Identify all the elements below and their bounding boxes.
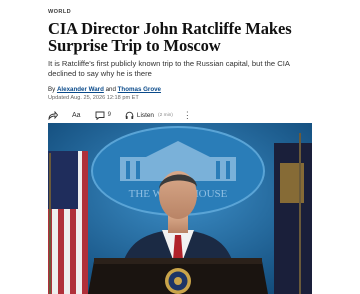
timestamp: Updated Aug. 25, 2026 12:18 pm ET [48,95,139,101]
dek: It is Ratcliffe's first publicly known t… [48,59,290,78]
headline: CIA Director John Ratcliffe Makes Surpri… [48,19,292,55]
text-size-icon: Aa [72,111,81,119]
comments-count: 9 [107,112,111,118]
article-header: WORLD CIA Director John Ratcliffe Makes … [48,6,312,120]
more-dots-icon[interactable]: ⋮ [183,110,192,120]
listen-button[interactable]: Listen (2 min) [125,111,173,120]
share-button[interactable] [48,110,58,120]
comment-icon [95,111,105,120]
listen-duration: (2 min) [157,112,173,118]
author-link-2[interactable]: Thomas Grove [118,86,161,93]
byline: By Alexander Ward and Thomas Grove [48,85,312,94]
author-link-1[interactable]: Alexander Ward [57,86,104,93]
article-photo: THE WHITE HOUSE [48,123,312,294]
comments-button[interactable]: 9 [95,111,111,120]
text-size-button[interactable]: Aa [72,112,81,119]
share-icon [48,110,58,120]
article-toolbar: Aa 9 Listen (2 min) ⋮ [48,110,312,120]
listen-label: Listen [136,111,154,119]
byline-prefix: By [48,86,56,93]
byline-conjunction: and [105,86,116,93]
photo-illustration: THE WHITE HOUSE [48,123,312,294]
headphones-icon [125,111,134,119]
section-label[interactable]: WORLD [48,8,312,16]
